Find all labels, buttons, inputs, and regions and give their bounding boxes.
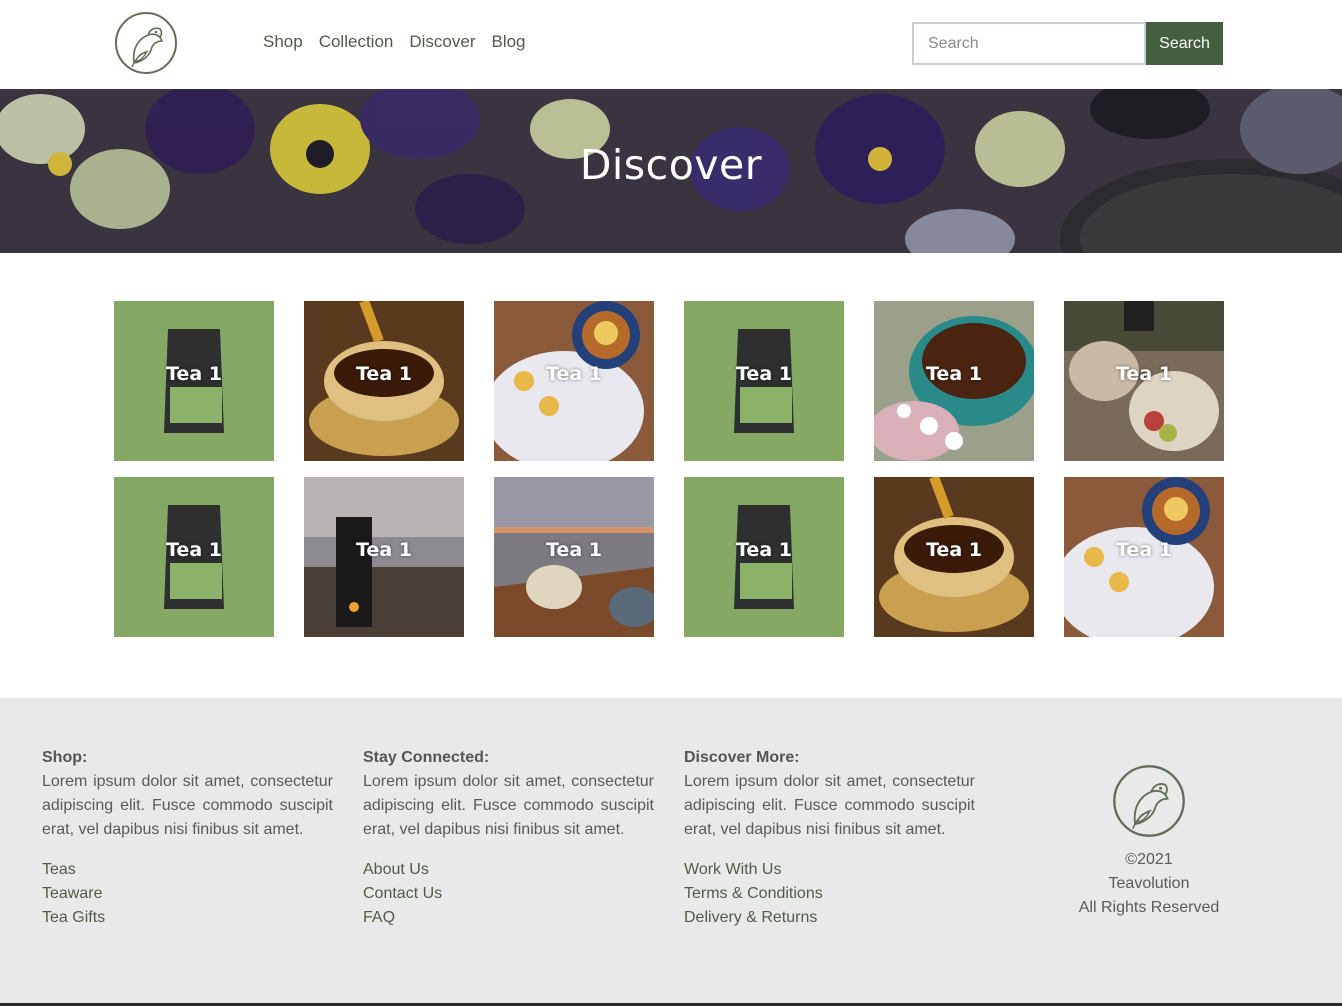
tile-label: Tea 1 (356, 539, 412, 561)
brand-name: Teavolution (1108, 875, 1190, 892)
tile-label: Tea 1 (546, 539, 602, 561)
search-form: Search (912, 22, 1223, 65)
tile-label: Tea 1 (736, 539, 792, 561)
footer-heading: Discover More: (684, 749, 800, 766)
footer-text: Lorem ipsum dolor sit amet, consectetur … (684, 773, 975, 838)
product-tile[interactable]: Tea 1 (874, 477, 1034, 637)
product-tile[interactable]: Tea 1 (494, 301, 654, 461)
product-tile[interactable]: Tea 1 (494, 477, 654, 637)
footer-link-terms[interactable]: Terms & Conditions (684, 882, 975, 906)
tile-label: Tea 1 (926, 363, 982, 385)
nav-collection[interactable]: Collection (319, 32, 394, 52)
footer-brand: ©2021 Teavolution All Rights Reserved (1060, 764, 1238, 920)
product-tile[interactable]: Tea 1 (874, 301, 1034, 461)
tile-label: Tea 1 (546, 363, 602, 385)
search-input[interactable] (912, 22, 1146, 65)
footer-column-discover-more: Discover More: Lorem ipsum dolor sit ame… (684, 746, 975, 930)
footer-link-contact-us[interactable]: Contact Us (363, 882, 654, 906)
tile-label: Tea 1 (166, 539, 222, 561)
search-button[interactable]: Search (1146, 22, 1223, 65)
site-footer: Shop: Lorem ipsum dolor sit amet, consec… (0, 698, 1342, 1003)
page-title: Discover (579, 141, 763, 189)
footer-heading: Stay Connected: (363, 749, 490, 766)
footer-link-work-with-us[interactable]: Work With Us (684, 858, 975, 882)
product-tile[interactable]: Tea 1 (304, 301, 464, 461)
footer-link-about-us[interactable]: About Us (363, 858, 654, 882)
rights-text: All Rights Reserved (1078, 899, 1220, 916)
product-tile[interactable]: Tea 1 (304, 477, 464, 637)
footer-column-stay-connected: Stay Connected: Lorem ipsum dolor sit am… (363, 746, 654, 930)
tile-label: Tea 1 (166, 363, 222, 385)
nav-blog[interactable]: Blog (491, 32, 525, 52)
product-grid: Tea 1 Tea 1 Tea 1 Tea 1 Tea 1 Tea 1 Tea … (114, 301, 1224, 637)
product-tile[interactable]: Tea 1 (114, 477, 274, 637)
footer-link-teas[interactable]: Teas (42, 858, 333, 882)
footer-text: Lorem ipsum dolor sit amet, consectetur … (42, 773, 333, 838)
nav-shop[interactable]: Shop (263, 32, 303, 52)
tile-label: Tea 1 (1116, 363, 1172, 385)
footer-link-tea-gifts[interactable]: Tea Gifts (42, 906, 333, 930)
footer-column-shop: Shop: Lorem ipsum dolor sit amet, consec… (42, 746, 333, 930)
product-tile[interactable]: Tea 1 (684, 301, 844, 461)
product-tile[interactable]: Tea 1 (114, 301, 274, 461)
nav-discover[interactable]: Discover (409, 32, 475, 52)
product-tile[interactable]: Tea 1 (684, 477, 844, 637)
tile-label: Tea 1 (736, 363, 792, 385)
tile-label: Tea 1 (356, 363, 412, 385)
main-nav: Shop Collection Discover Blog (263, 32, 526, 52)
footer-text: Lorem ipsum dolor sit amet, consectetur … (363, 773, 654, 838)
hero-banner: Discover (0, 89, 1342, 253)
bird-leaf-logo-icon[interactable] (114, 11, 178, 75)
tile-label: Tea 1 (1116, 539, 1172, 561)
product-tile[interactable]: Tea 1 (1064, 477, 1224, 637)
site-header: Shop Collection Discover Blog Search (0, 0, 1342, 89)
product-tile[interactable]: Tea 1 (1064, 301, 1224, 461)
footer-link-delivery-returns[interactable]: Delivery & Returns (684, 906, 975, 930)
footer-link-teaware[interactable]: Teaware (42, 882, 333, 906)
footer-heading: Shop: (42, 749, 88, 766)
footer-link-faq[interactable]: FAQ (363, 906, 654, 930)
copyright-year: ©2021 (1125, 851, 1173, 868)
tile-label: Tea 1 (926, 539, 982, 561)
bird-leaf-logo-icon (1113, 765, 1185, 837)
